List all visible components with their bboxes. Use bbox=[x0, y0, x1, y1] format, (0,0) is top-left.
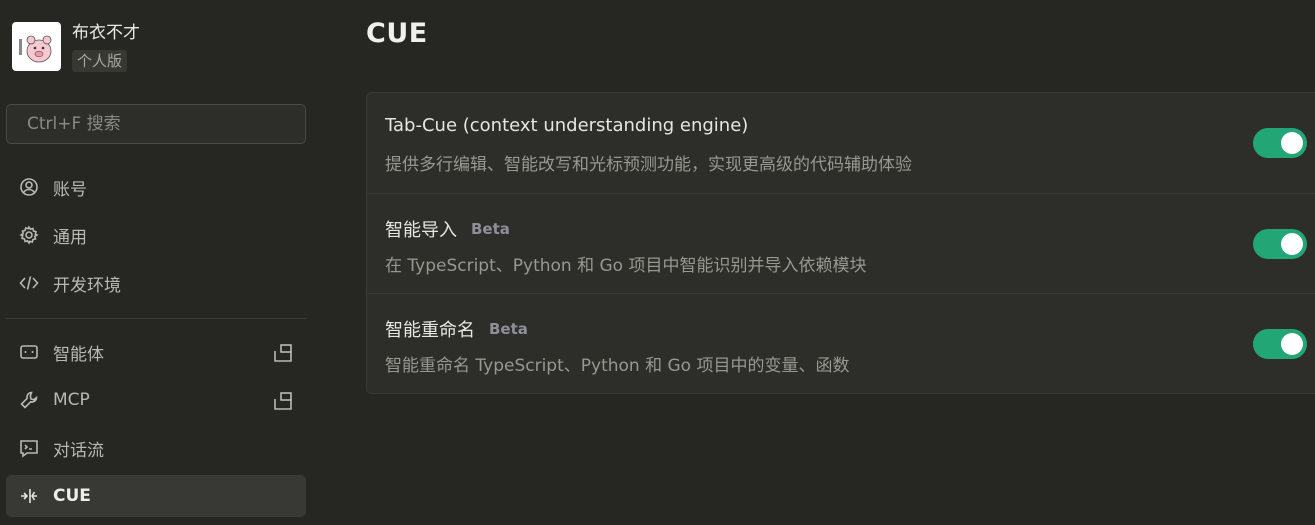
sidebar-item-label: CUE bbox=[53, 486, 91, 506]
setting-description: 智能重命名 TypeScript、Python 和 Go 项目中的变量、函数 bbox=[385, 356, 850, 376]
sidebar-item-label: 智能体 bbox=[53, 344, 104, 365]
profile-name: 布衣不才 bbox=[72, 23, 140, 43]
smart-rename-toggle[interactable] bbox=[1253, 329, 1307, 359]
settings-card: Tab-Cue (context understanding engine) 提… bbox=[366, 92, 1315, 394]
search-input[interactable] bbox=[6, 104, 306, 144]
avatar bbox=[12, 22, 61, 71]
nav-group-settings: 账号 通用 开发环境 bbox=[6, 166, 306, 310]
setting-row-smart-import: 智能导入 Beta 在 TypeScript、Python 和 Go 项目中智能… bbox=[367, 193, 1315, 293]
robot-icon bbox=[19, 342, 39, 362]
setting-title-text: Tab-Cue (context understanding engine) bbox=[385, 115, 749, 136]
sidebar-item-dev-env[interactable]: 开发环境 bbox=[6, 262, 306, 304]
setting-title: Tab-Cue (context understanding engine) bbox=[385, 115, 748, 136]
user-circle-icon bbox=[19, 177, 39, 197]
setting-title: 智能导入 Beta bbox=[385, 216, 510, 242]
setting-description: 在 TypeScript、Python 和 Go 项目中智能识别并导入依赖模块 bbox=[385, 256, 867, 276]
sidebar-item-label: MCP bbox=[53, 390, 90, 410]
smart-import-toggle[interactable] bbox=[1253, 229, 1307, 259]
nav-group-features: 智能体 MCP 对话流 CUE bbox=[6, 331, 306, 523]
setting-title: 智能重命名 Beta bbox=[385, 316, 528, 342]
sidebar-item-account[interactable]: 账号 bbox=[6, 166, 306, 208]
sidebar: 布衣不才 个人版 账号 通用 开发环境 bbox=[0, 0, 318, 525]
sidebar-item-label: 对话流 bbox=[53, 440, 104, 461]
cue-icon bbox=[19, 486, 39, 506]
sidebar-item-conversation-flow[interactable]: 对话流 bbox=[6, 427, 306, 469]
sidebar-item-agent[interactable]: 智能体 bbox=[6, 331, 306, 373]
toggle-knob bbox=[1281, 333, 1303, 355]
sidebar-item-label: 开发环境 bbox=[53, 275, 121, 296]
sidebar-item-general[interactable]: 通用 bbox=[6, 214, 306, 256]
settings-window: 布衣不才 个人版 账号 通用 开发环境 bbox=[0, 0, 1315, 525]
terminal-icon bbox=[19, 438, 39, 458]
sidebar-item-mcp[interactable]: MCP bbox=[6, 379, 306, 421]
wrench-icon bbox=[19, 390, 39, 410]
sidebar-item-label: 通用 bbox=[53, 227, 87, 248]
page-title: CUE bbox=[366, 18, 428, 49]
setting-title-text: 智能重命名 bbox=[385, 320, 475, 341]
code-icon bbox=[19, 273, 39, 293]
tab-cue-toggle[interactable] bbox=[1253, 128, 1307, 158]
setting-row-smart-rename: 智能重命名 Beta 智能重命名 TypeScript、Python 和 Go … bbox=[367, 293, 1315, 393]
plan-badge: 个人版 bbox=[72, 50, 128, 72]
setting-title-text: 智能导入 bbox=[385, 220, 457, 241]
toggle-knob bbox=[1281, 132, 1303, 154]
beta-badge: Beta bbox=[471, 220, 510, 238]
sidebar-item-label: 账号 bbox=[53, 179, 87, 200]
profile[interactable]: 布衣不才 个人版 bbox=[12, 22, 140, 72]
open-external-icon[interactable] bbox=[273, 343, 293, 363]
gear-icon bbox=[19, 225, 39, 245]
setting-row-tab-cue: Tab-Cue (context understanding engine) 提… bbox=[367, 93, 1315, 193]
sidebar-divider bbox=[6, 318, 306, 319]
sidebar-item-cue[interactable]: CUE bbox=[6, 475, 306, 517]
setting-description: 提供多行编辑、智能改写和光标预测功能，实现更高级的代码辅助体验 bbox=[385, 155, 912, 175]
pig-avatar-icon bbox=[18, 35, 51, 62]
beta-badge: Beta bbox=[489, 320, 528, 338]
toggle-knob bbox=[1281, 233, 1303, 255]
open-external-icon[interactable] bbox=[273, 391, 293, 411]
